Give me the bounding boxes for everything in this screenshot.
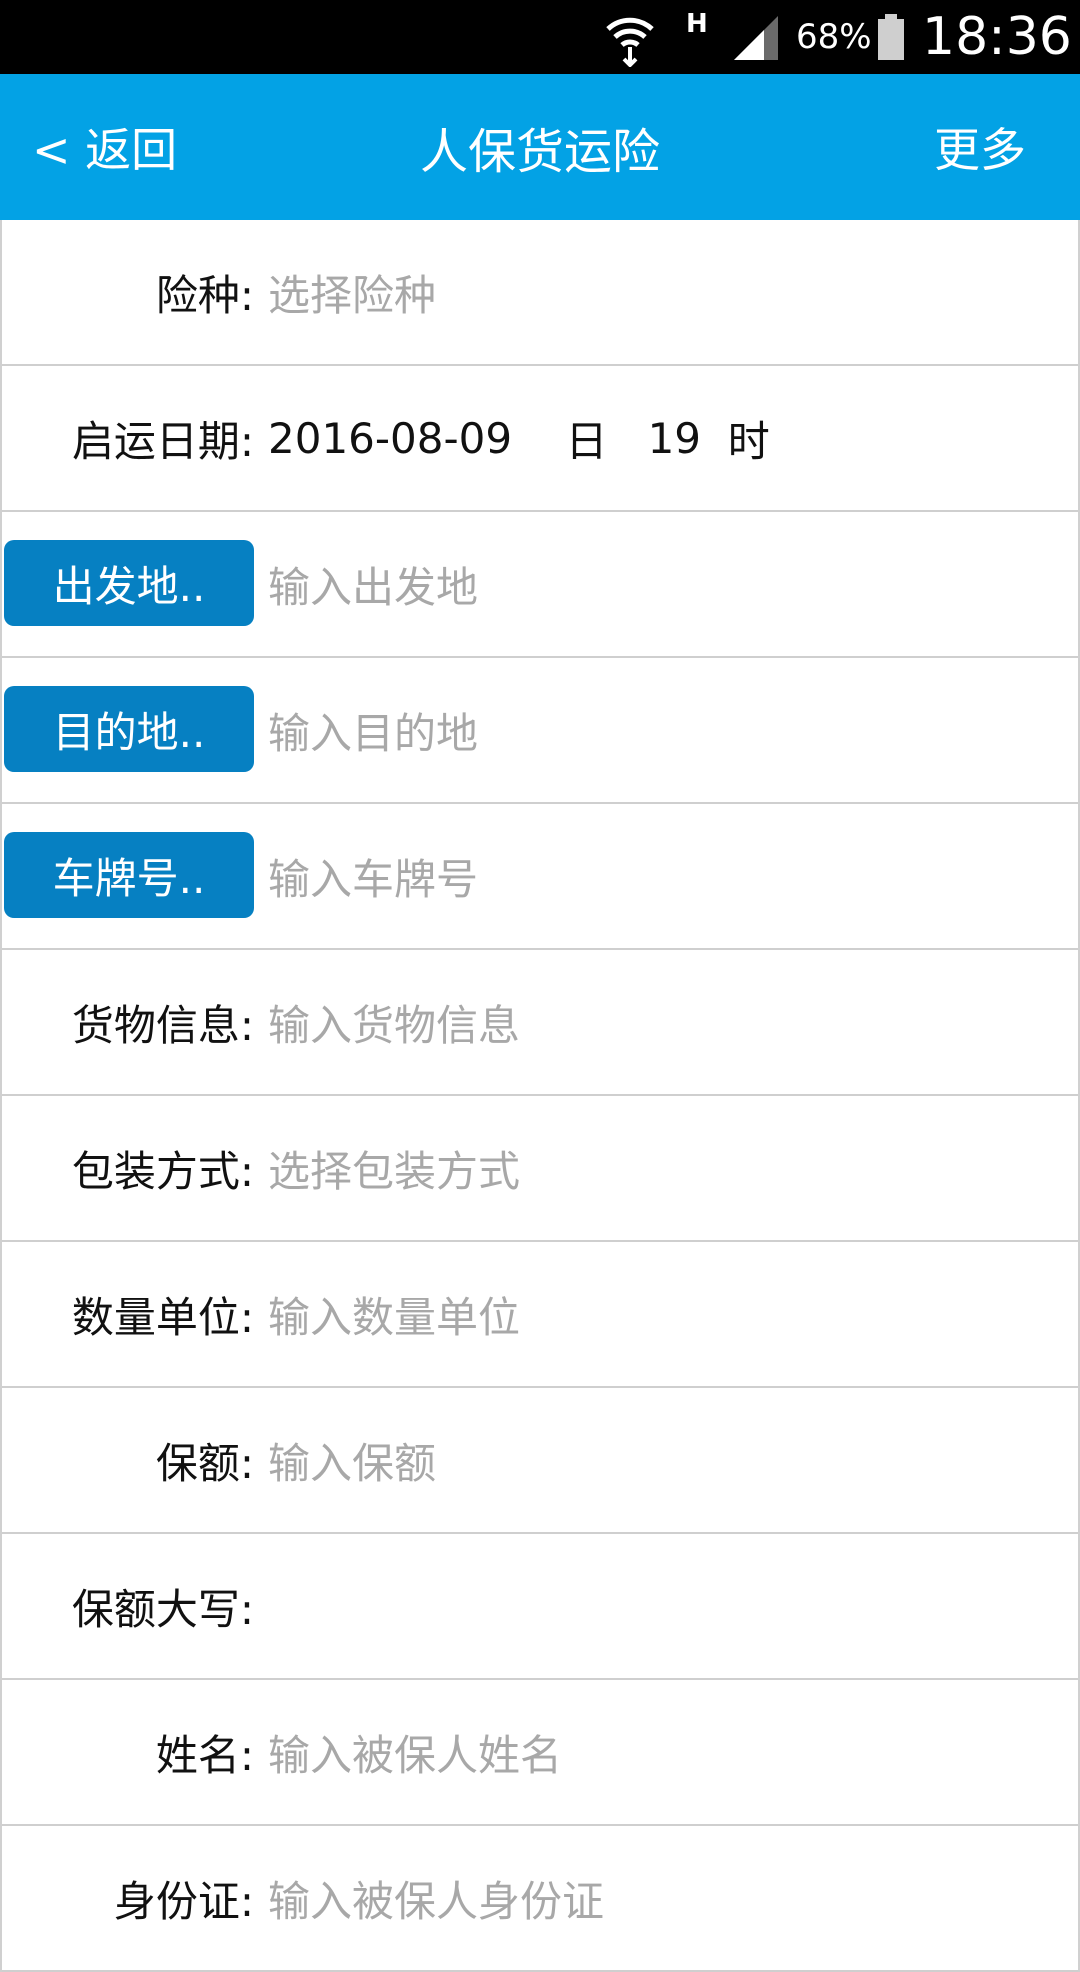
departure-date-label: 启运日期: [71, 416, 254, 466]
insured-amount-input[interactable]: 输入保额 [268, 1388, 1058, 1532]
insured-name-row: 姓名: 输入被保人姓名 [2, 1680, 1078, 1826]
id-card-label: 身份证: [113, 1876, 254, 1926]
insurance-type-select[interactable]: 选择险种 [268, 220, 1058, 364]
signal-icon [732, 0, 782, 74]
plate-number-row: 车牌号.. 输入车牌号 [2, 804, 1078, 950]
departure-date-row: 启运日期: 2016-08-09 日 19 时 [2, 366, 1078, 512]
amount-in-words-label: 保额大写: [71, 1584, 254, 1634]
quantity-unit-label: 数量单位: [71, 1292, 254, 1342]
battery-icon [876, 0, 906, 74]
hour-unit-spacer [701, 414, 728, 463]
hour-field[interactable]: 19 [648, 414, 701, 463]
plate-number-button[interactable]: 车牌号.. [4, 832, 254, 918]
date-spacer [512, 414, 565, 463]
insured-name-label: 姓名: [155, 1730, 254, 1780]
amount-in-words-value [268, 1534, 1058, 1678]
departure-date-value: 2016-08-09 日 19 时 [268, 366, 1058, 510]
packaging-select[interactable]: 选择包装方式 [268, 1096, 1058, 1240]
wifi-icon [604, 0, 660, 74]
destination-input[interactable]: 输入目的地 [268, 658, 1058, 802]
day-unit: 日 [565, 416, 608, 466]
quantity-unit-input[interactable]: 输入数量单位 [268, 1242, 1058, 1386]
insured-name-input[interactable]: 输入被保人姓名 [268, 1680, 1058, 1824]
hour-spacer [608, 414, 648, 463]
date-field[interactable]: 2016-08-09 [268, 414, 512, 463]
id-card-input[interactable]: 输入被保人身份证 [268, 1826, 1058, 1970]
origin-row: 出发地.. 输入出发地 [2, 512, 1078, 658]
more-button[interactable]: 更多 [934, 74, 1026, 220]
id-card-row: 身份证: 输入被保人身份证 [2, 1826, 1078, 1972]
quantity-unit-row: 数量单位: 输入数量单位 [2, 1242, 1078, 1388]
plate-number-input[interactable]: 输入车牌号 [268, 804, 1058, 948]
title-bar: < 返回 人保货运险 更多 [0, 74, 1080, 220]
cargo-info-row: 货物信息: 输入货物信息 [2, 950, 1078, 1096]
origin-button[interactable]: 出发地.. [4, 540, 254, 626]
cargo-info-label: 货物信息: [71, 1000, 254, 1050]
clock: 18:36 [922, 7, 1072, 67]
insurance-type-row[interactable]: 险种: 选择险种 [2, 220, 1078, 366]
packaging-label: 包装方式: [71, 1146, 254, 1196]
network-type-indicator: H [686, 9, 708, 39]
hour-unit: 时 [727, 416, 770, 466]
page-title: 人保货运险 [419, 124, 660, 180]
destination-row: 目的地.. 输入目的地 [2, 658, 1078, 804]
cargo-info-input[interactable]: 输入货物信息 [268, 950, 1058, 1094]
insurance-type-label: 险种: [155, 270, 254, 320]
cargo-insurance-form: 险种: 选择险种 启运日期: 2016-08-09 日 19 时 出发地.. 输… [0, 220, 1080, 1972]
status-bar: H 68% 18:36 [0, 0, 1080, 74]
insured-amount-label: 保额: [155, 1438, 254, 1488]
destination-button[interactable]: 目的地.. [4, 686, 254, 772]
battery-percent: 68% [796, 17, 872, 57]
insured-amount-row: 保额: 输入保额 [2, 1388, 1078, 1534]
packaging-row[interactable]: 包装方式: 选择包装方式 [2, 1096, 1078, 1242]
origin-input[interactable]: 输入出发地 [268, 512, 1058, 656]
amount-in-words-row: 保额大写: [2, 1534, 1078, 1680]
